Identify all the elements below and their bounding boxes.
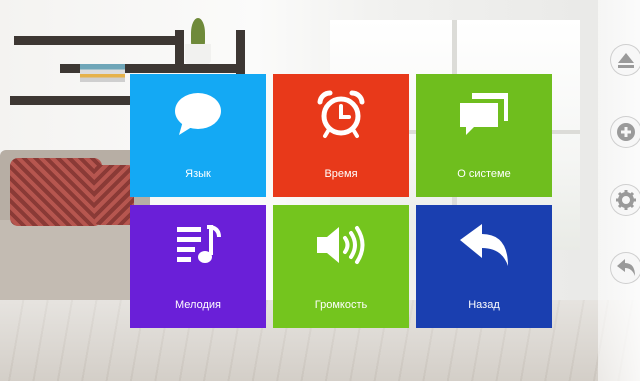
about-system-tile-label: О системе	[457, 168, 511, 180]
screen: Язык Время О системе Мелодия Громкость Н…	[0, 0, 640, 381]
background-pillow	[94, 165, 134, 225]
time-tile-label: Время	[324, 168, 358, 180]
side-button-bar	[598, 0, 640, 381]
add-button[interactable]	[610, 116, 640, 148]
eject-up-icon	[618, 53, 634, 68]
background-shelf	[10, 96, 130, 105]
about-system-tile[interactable]: О системе	[416, 74, 552, 197]
time-tile[interactable]: Время	[273, 74, 409, 197]
alarm-clock-icon	[317, 90, 365, 138]
back-tile[interactable]: Назад	[416, 205, 552, 328]
background-books	[80, 64, 125, 82]
background-pillow	[10, 158, 102, 226]
music-list-icon	[177, 225, 221, 263]
back-tile-label: Назад	[468, 299, 500, 311]
background-shelf-support	[175, 30, 184, 66]
melody-tile[interactable]: Мелодия	[130, 205, 266, 328]
gear-icon	[616, 190, 636, 210]
stacked-messages-icon	[460, 93, 508, 135]
up-button[interactable]	[610, 44, 640, 76]
background-shelf	[14, 36, 184, 45]
background-plant-pot	[185, 44, 211, 64]
melody-tile-label: Мелодия	[175, 299, 221, 311]
speech-bubble-icon	[175, 93, 221, 135]
plus-icon	[617, 123, 635, 141]
settings-button[interactable]	[610, 184, 640, 216]
speaker-volume-icon	[317, 226, 365, 264]
language-tile-label: Язык	[185, 168, 211, 180]
return-button[interactable]	[610, 252, 640, 284]
language-tile[interactable]: Язык	[130, 74, 266, 197]
volume-tile[interactable]: Громкость	[273, 205, 409, 328]
background-shelf-support	[236, 30, 245, 74]
settings-menu-grid: Язык Время О системе Мелодия Громкость Н…	[130, 74, 553, 329]
back-arrow-icon	[460, 224, 508, 266]
back-arrow-icon	[617, 259, 635, 276]
volume-tile-label: Громкость	[314, 299, 368, 311]
